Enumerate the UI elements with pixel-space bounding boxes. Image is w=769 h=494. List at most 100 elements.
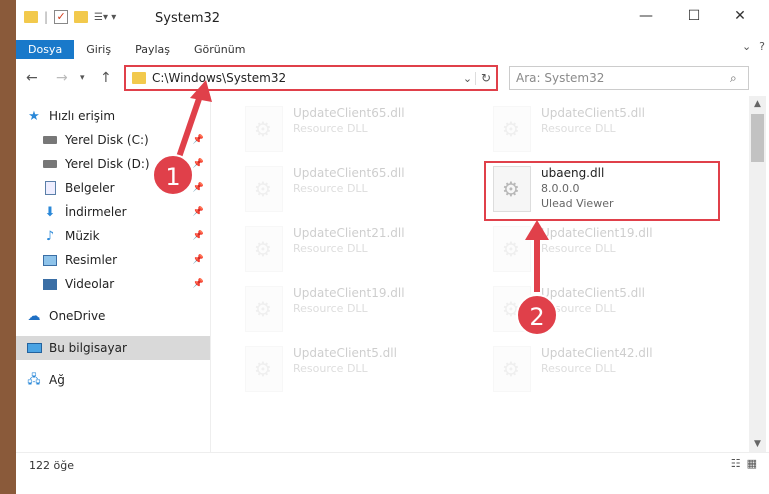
file-item[interactable]: UpdateClient21.dll Resource DLL (241, 222, 471, 278)
sidebar-item-label: Resimler (65, 253, 118, 267)
maximize-icon[interactable]: ☐ (684, 8, 704, 24)
annotation-badge-1: 1 (152, 154, 194, 196)
explorer-window: | ✓ ☰▾ ▾ System32 — ☐ ✕ Dosya Giriş Payl… (16, 0, 769, 494)
file-item[interactable]: UpdateClient5.dll Resource DLL (241, 342, 471, 398)
details-view-icon[interactable]: ☷ (731, 457, 741, 470)
highlight-box (484, 161, 720, 221)
download-icon: ⬇ (44, 204, 56, 220)
new-folder-icon[interactable] (74, 11, 89, 23)
sidebar-item-this-pc[interactable]: Bu bilgisayar (16, 336, 210, 360)
file-name: UpdateClient42.dll (541, 346, 653, 360)
search-input[interactable]: Ara: System32 (516, 71, 730, 85)
tab-share[interactable]: Paylaş (123, 40, 182, 59)
file-type: Resource DLL (293, 242, 368, 255)
item-count: 122 öğe (29, 459, 74, 472)
cloud-icon: ☁ (27, 308, 41, 324)
sidebar-item-label: İndirmeler (65, 205, 127, 219)
sidebar-item-downloads[interactable]: ⬇ İndirmeler 📌 (16, 200, 210, 224)
sidebar-item-label: Müzik (65, 229, 100, 243)
help-icon[interactable]: ? (759, 40, 765, 53)
navigation-bar: ← → ▾ ↑ C:\Windows\System32 ⌄ ↻ Ara: Sys… (16, 60, 769, 96)
back-arrow-icon[interactable]: ← (26, 70, 38, 86)
file-type: Resource DLL (541, 122, 616, 135)
annotation-badge-2: 2 (516, 294, 558, 336)
file-item[interactable]: UpdateClient19.dll Resource DLL (241, 282, 471, 338)
tab-home[interactable]: Giriş (74, 40, 123, 59)
customize-toolbar-icon[interactable]: ☰▾ ▾ (94, 12, 116, 23)
large-icons-view-icon[interactable]: ▦ (747, 457, 757, 470)
scrollbar-thumb[interactable] (751, 114, 764, 162)
pin-icon[interactable]: 📌 (193, 255, 204, 265)
status-bar: 122 öğe ☷ ▦ (16, 452, 769, 494)
tab-file[interactable]: Dosya (16, 39, 75, 59)
sidebar-item-label: Yerel Disk (D:) (65, 157, 150, 171)
sidebar-item-network[interactable]: 🖧 Ağ (16, 368, 210, 392)
sidebar-item-label: Belgeler (65, 181, 115, 195)
sidebar-item-local-disk-c[interactable]: Yerel Disk (C:) 📌 (16, 128, 210, 152)
close-icon[interactable]: ✕ (730, 8, 750, 24)
file-name: UpdateClient5.dll (293, 346, 397, 360)
file-type: Resource DLL (293, 182, 368, 195)
sidebar-item-quick-access[interactable]: ★ Hızlı erişim (16, 104, 210, 128)
file-list: UpdateClient65.dll Resource DLL UpdateCli… (210, 96, 750, 452)
refresh-icon[interactable]: ↻ (476, 71, 496, 85)
scroll-up-icon[interactable]: ▲ (749, 96, 766, 112)
file-item[interactable]: UpdateClient65.dll Resource DLL (241, 102, 471, 158)
expand-ribbon-icon[interactable]: ⌄ (742, 40, 751, 53)
disk-icon (42, 157, 58, 171)
file-item[interactable]: UpdateClient42.dll Resource DLL (489, 342, 719, 398)
file-name: UpdateClient5.dll (541, 106, 645, 120)
dll-file-icon (245, 166, 283, 212)
file-name: UpdateClient65.dll (293, 106, 405, 120)
ribbon-controls: ⌄ ? (742, 40, 765, 53)
tab-view[interactable]: Görünüm (182, 40, 257, 59)
sidebar-item-onedrive[interactable]: ☁ OneDrive (16, 304, 210, 328)
file-type: Resource DLL (293, 122, 368, 135)
view-toggle: ☷ ▦ (731, 457, 757, 470)
pin-icon[interactable]: 📌 (193, 135, 204, 145)
properties-icon[interactable]: ✓ (54, 10, 69, 24)
navigation-pane: ★ Hızlı erişim Yerel Disk (C:) 📌 Yerel D… (16, 96, 210, 452)
address-path[interactable]: C:\Windows\System32 (152, 71, 460, 85)
recent-locations-icon[interactable]: ▾ (80, 73, 85, 83)
video-icon (42, 277, 58, 291)
minimize-icon[interactable]: — (636, 8, 656, 24)
file-type: Resource DLL (541, 242, 616, 255)
address-bar[interactable]: C:\Windows\System32 ⌄ ↻ (124, 65, 498, 91)
pin-icon[interactable]: 📌 (193, 279, 204, 289)
pin-icon[interactable]: 📌 (193, 183, 204, 193)
dll-file-icon (245, 106, 283, 152)
file-item[interactable]: UpdateClient19.dll Resource DLL (489, 222, 719, 278)
title-bar: | ✓ ☰▾ ▾ System32 — ☐ ✕ (16, 0, 769, 38)
window-title: System32 (155, 11, 221, 26)
file-name: UpdateClient19.dll (293, 286, 405, 300)
file-type: Resource DLL (541, 362, 616, 375)
search-icon[interactable]: ⌕ (730, 71, 748, 86)
forward-arrow-icon[interactable]: → (56, 70, 68, 86)
dll-file-icon (493, 106, 531, 152)
dll-file-icon (493, 226, 531, 272)
sidebar-item-videos[interactable]: Videolar 📌 (16, 272, 210, 296)
scroll-down-icon[interactable]: ▼ (749, 436, 766, 452)
vertical-scrollbar[interactable]: ▲ ▼ (749, 96, 766, 452)
file-item[interactable]: UpdateClient5.dll Resource DLL (489, 102, 719, 158)
music-icon: ♪ (45, 228, 55, 244)
separator: | (44, 10, 49, 24)
file-name: UpdateClient19.dll (541, 226, 653, 240)
sidebar-item-pictures[interactable]: Resimler 📌 (16, 248, 210, 272)
file-type: Resource DLL (293, 302, 368, 315)
sidebar-item-music[interactable]: ♪ Müzik 📌 (16, 224, 210, 248)
sidebar-item-label: OneDrive (49, 309, 106, 323)
sidebar-item-label: Ağ (49, 373, 65, 387)
pin-icon[interactable]: 📌 (193, 231, 204, 241)
search-box[interactable]: Ara: System32 ⌕ (509, 66, 749, 90)
quick-access-toolbar: | ✓ ☰▾ ▾ (24, 10, 116, 24)
file-name: UpdateClient5.dll (541, 286, 645, 300)
dll-file-icon (245, 286, 283, 332)
folder-icon (132, 72, 146, 84)
pin-icon[interactable]: 📌 (193, 159, 204, 169)
chevron-down-icon[interactable]: ⌄ (460, 71, 476, 85)
file-item[interactable]: UpdateClient65.dll Resource DLL (241, 162, 471, 218)
up-arrow-icon[interactable]: ↑ (100, 70, 112, 86)
pin-icon[interactable]: 📌 (193, 207, 204, 217)
